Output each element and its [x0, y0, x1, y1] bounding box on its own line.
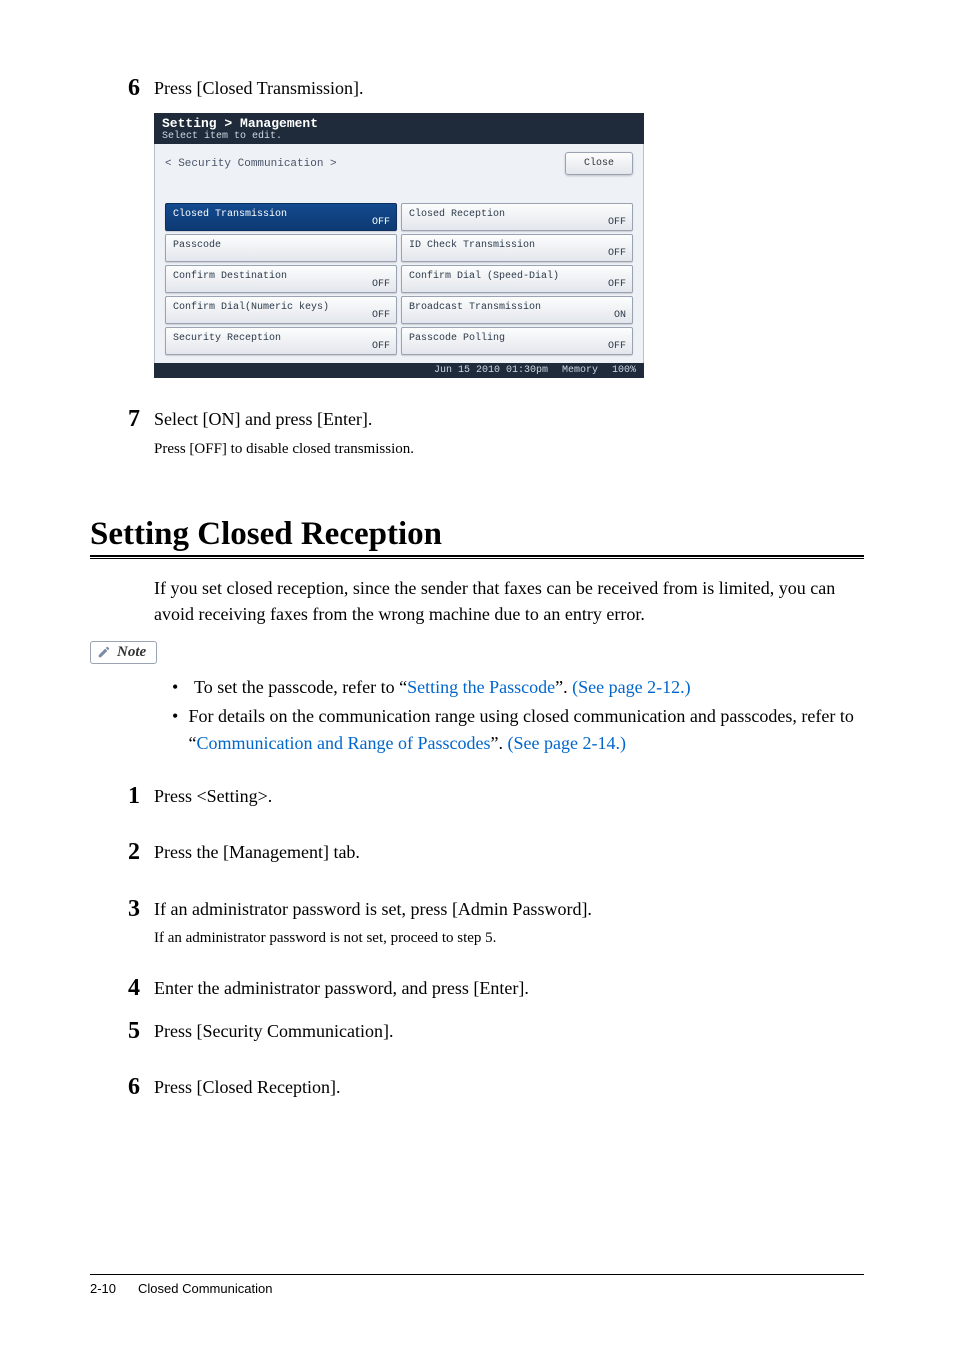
step-text: Press [Security Communication]. — [154, 1018, 864, 1044]
step-text: Select [ON] and press [Enter]. — [154, 406, 864, 432]
setting-closed-reception[interactable]: Closed Reception OFF — [401, 203, 633, 231]
device-screenshot: Setting > Management Select item to edit… — [154, 113, 644, 378]
pencil-icon — [97, 645, 111, 659]
step-number: 4 — [90, 975, 154, 1001]
bullet-item: • For details on the communication range… — [172, 703, 864, 757]
setting-confirm-destination[interactable]: Confirm Destination OFF — [165, 265, 397, 293]
bullet-text: ”. — [491, 733, 508, 753]
step-6: 6 Press [Closed Transmission]. — [90, 75, 864, 101]
setting-state: OFF — [372, 217, 390, 228]
close-button[interactable]: Close — [565, 152, 633, 175]
screenshot-title: Setting > Management — [162, 116, 636, 131]
setting-label: Security Reception — [173, 333, 281, 344]
step-1: 1 Press <Setting>. — [90, 783, 864, 809]
step-text: Press the [Management] tab. — [154, 839, 864, 865]
setting-label: Broadcast Transmission — [409, 302, 541, 313]
setting-label: ID Check Transmission — [409, 240, 535, 251]
step-number: 7 — [90, 406, 154, 432]
settings-grid: Closed Transmission OFF Closed Reception… — [165, 203, 633, 355]
section-heading: Setting Closed Reception — [90, 516, 864, 553]
setting-id-check-transmission[interactable]: ID Check Transmission OFF — [401, 234, 633, 262]
setting-passcode[interactable]: Passcode — [165, 234, 397, 262]
bullet-item: • To set the passcode, refer to “Setting… — [172, 674, 864, 701]
setting-state: OFF — [372, 341, 390, 352]
screenshot-titlebar: Setting > Management Select item to edit… — [154, 113, 644, 144]
setting-state: OFF — [608, 248, 626, 259]
setting-state: OFF — [372, 310, 390, 321]
step-3: 3 If an administrator password is set, p… — [90, 896, 864, 922]
setting-label: Confirm Dial(Numeric keys) — [173, 302, 329, 313]
bullet-text: To set the passcode, refer to “ — [194, 677, 407, 697]
setting-label: Passcode Polling — [409, 333, 505, 344]
setting-confirm-dial-numeric[interactable]: Confirm Dial(Numeric keys) OFF — [165, 296, 397, 324]
setting-security-reception[interactable]: Security Reception OFF — [165, 327, 397, 355]
setting-state: OFF — [608, 217, 626, 228]
setting-closed-transmission[interactable]: Closed Transmission OFF — [165, 203, 397, 231]
step-7-sub: Press [OFF] to disable closed transmissi… — [154, 441, 864, 458]
status-memory-value: 100% — [612, 365, 636, 376]
step-3-sub: If an administrator password is not set,… — [154, 930, 864, 947]
step-number: 6 — [90, 75, 154, 101]
setting-confirm-dial-speed[interactable]: Confirm Dial (Speed-Dial) OFF — [401, 265, 633, 293]
setting-label: Closed Transmission — [173, 209, 287, 220]
setting-state: OFF — [372, 279, 390, 290]
page-number: 2-10 — [90, 1281, 116, 1296]
bullet-dot: • — [172, 703, 181, 757]
section-intro: If you set closed reception, since the s… — [154, 575, 864, 627]
setting-state: OFF — [608, 279, 626, 290]
link-page-ref[interactable]: (See page 2-14.) — [508, 733, 626, 753]
link-page-ref[interactable]: (See page 2-12.) — [572, 677, 690, 697]
note-badge: Note — [90, 641, 157, 664]
step-number: 5 — [90, 1018, 154, 1044]
step-text: Press [Closed Transmission]. — [154, 75, 864, 101]
bullet-dot: • — [172, 674, 186, 701]
step-5: 5 Press [Security Communication]. — [90, 1018, 864, 1044]
setting-label: Passcode — [173, 240, 221, 251]
step-4: 4 Enter the administrator password, and … — [90, 975, 864, 1001]
setting-broadcast-transmission[interactable]: Broadcast Transmission ON — [401, 296, 633, 324]
page-footer: 2-10 Closed Communication — [90, 1274, 864, 1296]
step-text: Press <Setting>. — [154, 783, 864, 809]
step-number: 6 — [90, 1074, 154, 1100]
setting-state: OFF — [608, 341, 626, 352]
breadcrumb: < Security Communication > — [165, 158, 337, 170]
step-2: 2 Press the [Management] tab. — [90, 839, 864, 865]
link-communication-range[interactable]: Communication and Range of Passcodes — [197, 733, 491, 753]
note-label: Note — [117, 644, 146, 661]
bullet-text: ”. — [555, 677, 572, 697]
screenshot-statusbar: Jun 15 2010 01:30pm Memory 100% — [154, 363, 644, 378]
step-text: Press [Closed Reception]. — [154, 1074, 864, 1100]
setting-state: ON — [614, 310, 626, 321]
step-number: 3 — [90, 896, 154, 922]
status-memory-label: Memory — [562, 365, 598, 376]
heading-rule — [90, 555, 864, 559]
step-7: 7 Select [ON] and press [Enter]. — [90, 406, 864, 432]
link-setting-passcode[interactable]: Setting the Passcode — [407, 677, 555, 697]
setting-label: Confirm Destination — [173, 271, 287, 282]
setting-label: Closed Reception — [409, 209, 505, 220]
step-number: 2 — [90, 839, 154, 865]
step-text: If an administrator password is set, pre… — [154, 896, 864, 922]
footer-section: Closed Communication — [138, 1281, 272, 1296]
step-number: 1 — [90, 783, 154, 809]
status-time: Jun 15 2010 01:30pm — [434, 365, 548, 376]
note-bullets: • To set the passcode, refer to “Setting… — [172, 674, 864, 757]
step-6b: 6 Press [Closed Reception]. — [90, 1074, 864, 1100]
setting-label: Confirm Dial (Speed-Dial) — [409, 271, 559, 282]
setting-passcode-polling[interactable]: Passcode Polling OFF — [401, 327, 633, 355]
screenshot-subtitle: Select item to edit. — [162, 131, 636, 142]
step-text: Enter the administrator password, and pr… — [154, 975, 864, 1001]
